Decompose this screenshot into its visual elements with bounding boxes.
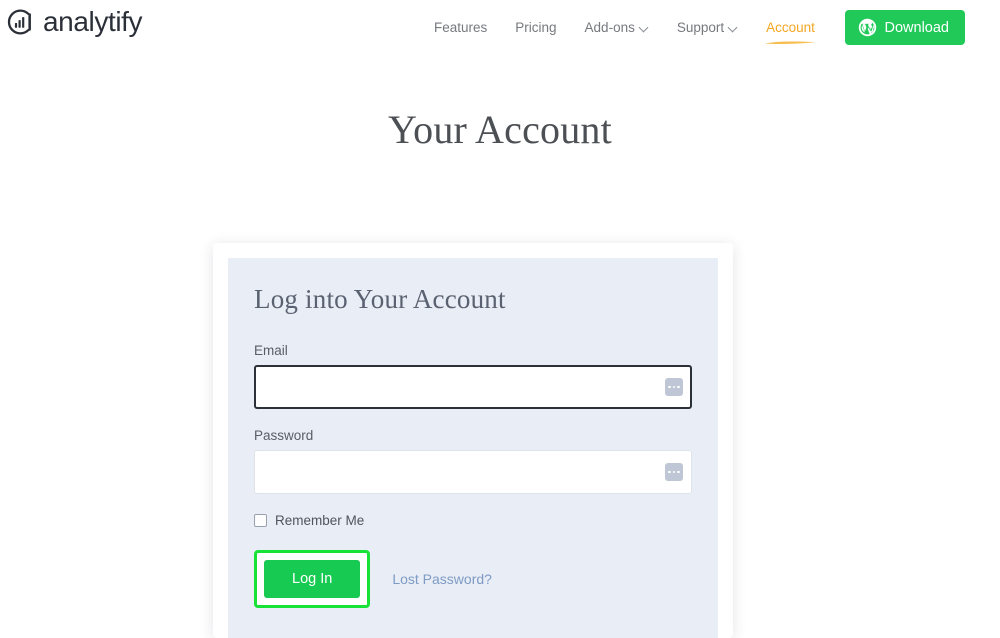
analytify-logo-icon [6, 8, 34, 36]
autofill-dots-icon[interactable] [665, 463, 683, 481]
nav-item-label: Pricing [515, 20, 557, 35]
brand-name: analytify [43, 6, 143, 37]
email-label: Email [254, 343, 288, 358]
login-actions-row: Log In Lost Password? [254, 550, 692, 608]
nav-item-support[interactable]: Support [663, 18, 752, 38]
nav-item-label: Account [766, 20, 815, 35]
brand-logo-link[interactable]: analytify [6, 6, 143, 37]
active-nav-underline [764, 40, 817, 45]
login-button-highlight: Log In [254, 550, 371, 608]
download-button-label: Download [884, 19, 950, 36]
email-field-row [254, 365, 692, 409]
chevron-down-icon [640, 23, 649, 32]
nav-item-account[interactable]: Account [752, 18, 829, 45]
nav-item-label: Add-ons [584, 20, 635, 35]
wordpress-icon [858, 18, 877, 37]
main-navigation: Features Pricing Add-ons Support Account [420, 18, 829, 45]
autofill-dots-icon[interactable] [665, 378, 683, 396]
site-header: analytify Features Pricing Add-ons Suppo… [0, 0, 1000, 56]
email-input[interactable] [254, 365, 692, 409]
password-label: Password [254, 428, 314, 443]
nav-item-add-ons[interactable]: Add-ons [571, 18, 663, 38]
nav-item-pricing[interactable]: Pricing [501, 18, 570, 38]
remember-me-checkbox[interactable] [254, 514, 267, 527]
login-button[interactable]: Log In [264, 560, 361, 598]
remember-me-row: Remember Me [254, 513, 692, 528]
login-panel: Log into Your Account Email Password Rem… [228, 258, 718, 638]
lost-password-link[interactable]: Lost Password? [392, 571, 492, 587]
download-button[interactable]: Download [844, 10, 965, 45]
remember-me-label[interactable]: Remember Me [275, 513, 364, 528]
nav-item-features[interactable]: Features [420, 18, 501, 38]
password-field-row [254, 450, 692, 494]
nav-item-label: Support [676, 20, 725, 35]
nav-item-label: Features [434, 20, 488, 35]
login-card-wrapper: Log into Your Account Email Password Rem… [213, 243, 733, 638]
chevron-down-icon [729, 23, 738, 32]
login-heading: Log into Your Account [254, 284, 506, 314]
page-title: Your Account [388, 107, 612, 152]
password-input[interactable] [254, 450, 692, 494]
login-card: Log into Your Account Email Password Rem… [213, 243, 733, 638]
